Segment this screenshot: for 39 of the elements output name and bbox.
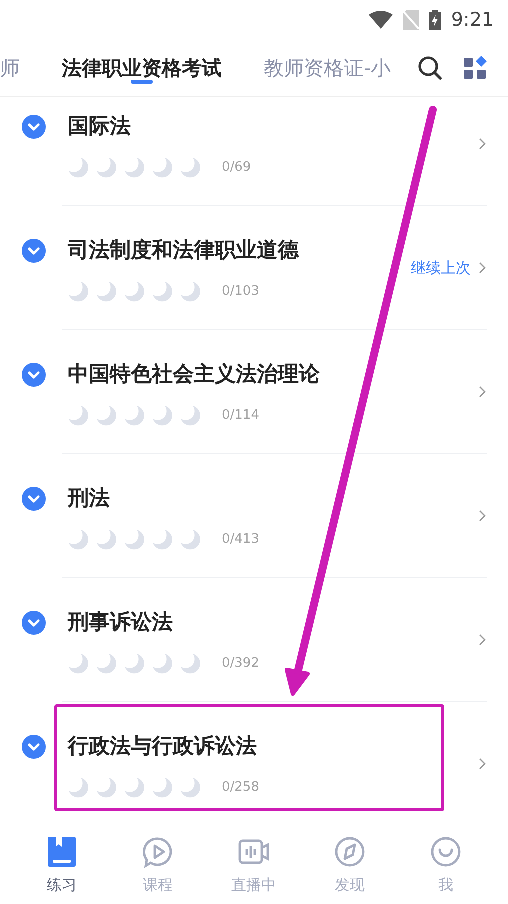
chapter-title[interactable]: 国际法 — [68, 112, 252, 140]
expand-icon[interactable] — [22, 487, 46, 511]
chevron-right-icon[interactable] — [479, 510, 486, 522]
expand-icon[interactable] — [22, 735, 46, 759]
progress-count: 0/103 — [222, 283, 260, 302]
wifi-icon — [369, 11, 394, 29]
chapter-title[interactable]: 中国特色社会主义法治理论 — [68, 360, 320, 388]
chevron-right-icon[interactable] — [479, 262, 486, 274]
nav-item[interactable]: 练习 — [17, 826, 107, 904]
chevron-right-icon[interactable] — [479, 634, 486, 646]
chapter-title[interactable]: 刑事诉讼法 — [68, 608, 260, 636]
expand-icon[interactable] — [22, 239, 46, 263]
expand-icon[interactable] — [22, 363, 46, 387]
chevron-right-icon[interactable] — [479, 758, 486, 770]
expand-icon[interactable] — [22, 611, 46, 635]
chapter-title[interactable]: 行政法与行政诉讼法 — [68, 732, 260, 760]
expand-icon[interactable] — [22, 115, 46, 139]
clock-time: 9:21 — [451, 8, 494, 33]
compass-icon — [334, 836, 366, 868]
tab[interactable]: 教师资格证-小 — [264, 40, 392, 96]
play-bubble-icon — [142, 836, 174, 868]
tab[interactable]: 法律职业资格考试 — [62, 40, 222, 96]
chevron-right-icon[interactable] — [479, 386, 486, 398]
progress-count: 0/69 — [222, 159, 252, 178]
sim-off-icon — [403, 10, 420, 30]
progress-count: 0/258 — [222, 779, 260, 798]
progress-count: 0/114 — [222, 407, 260, 426]
chapter-title[interactable]: 刑法 — [68, 484, 260, 512]
battery-charging-icon — [429, 10, 442, 30]
resume-link[interactable]: 继续上次 — [411, 256, 471, 280]
book-icon — [46, 836, 78, 868]
chevron-right-icon[interactable] — [479, 138, 486, 150]
progress-count: 0/392 — [222, 655, 260, 674]
smile-icon — [430, 836, 462, 868]
category-grid-icon[interactable] — [464, 56, 488, 80]
tab[interactable]: 师 — [0, 40, 20, 96]
chapter-title[interactable]: 司法制度和法律职业道德 — [68, 236, 299, 264]
progress-count: 0/413 — [222, 531, 260, 550]
search-icon[interactable] — [418, 56, 442, 80]
